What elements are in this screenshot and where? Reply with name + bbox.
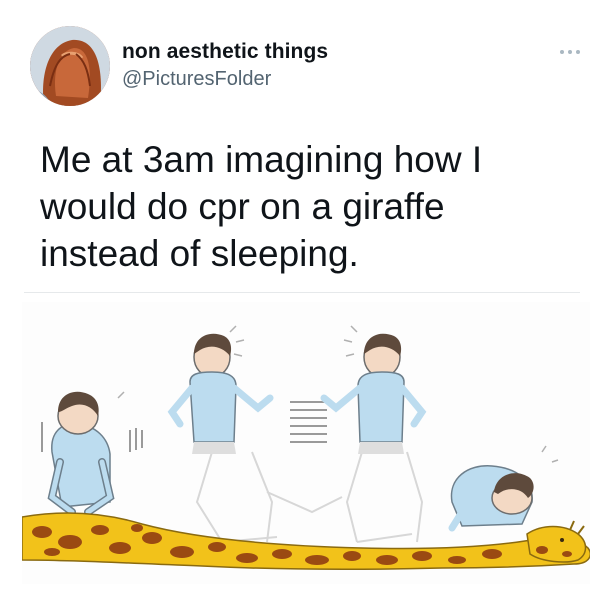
tweet-text: Me at 3am imagining how I would do cpr o… <box>40 139 483 274</box>
ellipsis-icon[interactable] <box>552 40 588 64</box>
author-handle[interactable]: @PicturesFolder <box>122 68 271 91</box>
author-display-name[interactable]: non aesthetic things <box>122 40 328 64</box>
tweet-card: non aesthetic things @PicturesFolder Me … <box>0 0 600 600</box>
tweet-media-image[interactable] <box>22 302 590 584</box>
giraffe-cpr-illustration <box>22 325 590 571</box>
avatar-image <box>30 26 110 106</box>
avatar[interactable] <box>30 26 110 106</box>
divider <box>24 292 580 293</box>
